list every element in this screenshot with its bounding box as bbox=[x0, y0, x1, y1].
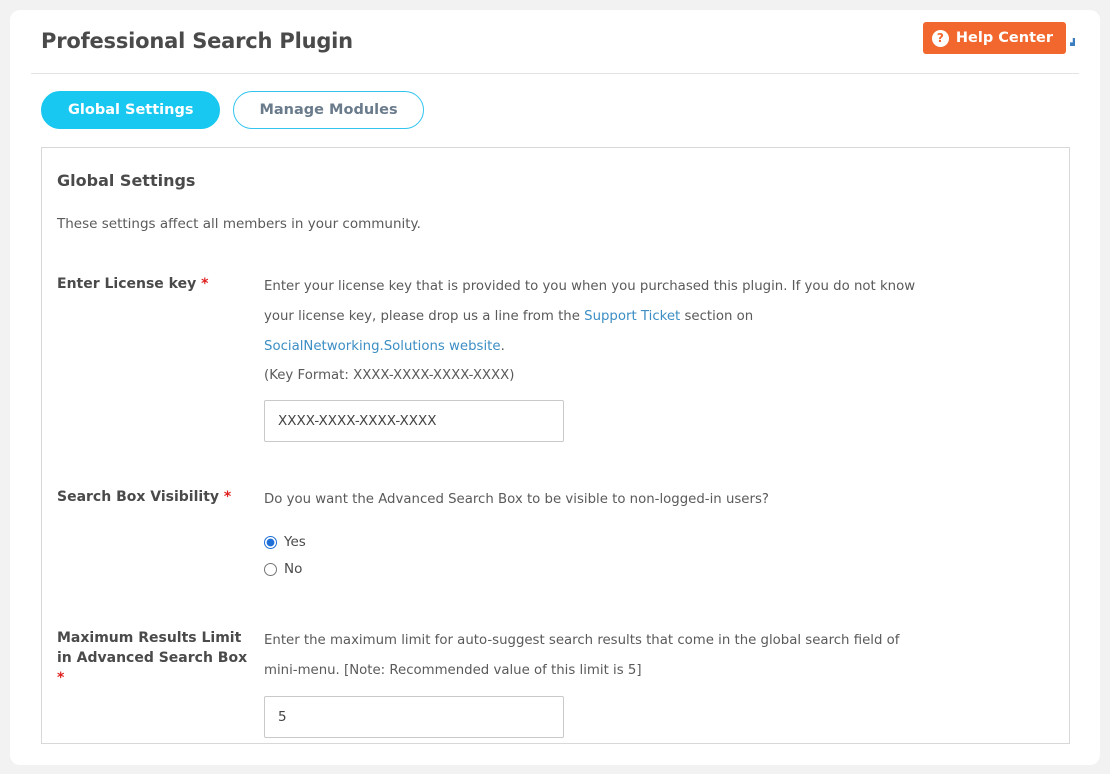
license-key-format-hint: (Key Format: XXXX-XXXX-XXXX-XXXX) bbox=[264, 368, 515, 383]
max-results-limit-label: Maximum Results Limit in Advanced Search… bbox=[57, 626, 252, 688]
max-results-limit-label-text: Maximum Results Limit in Advanced Search… bbox=[57, 630, 248, 666]
panel-subtitle: These settings affect all members in you… bbox=[57, 216, 421, 232]
page-title: Professional Search Plugin bbox=[41, 29, 353, 53]
global-settings-panel: Global Settings These settings affect al… bbox=[41, 147, 1070, 744]
license-key-desc-part3: . bbox=[500, 339, 505, 354]
help-center-label: Help Center bbox=[955, 30, 1053, 46]
field-row-max-results-limit: Maximum Results Limit in Advanced Search… bbox=[57, 626, 1053, 765]
license-key-desc-part2: section on bbox=[680, 309, 754, 324]
tab-manage-modules-label: Manage Modules bbox=[259, 102, 398, 118]
question-circle-icon: ? bbox=[931, 29, 949, 47]
max-results-limit-description: Enter the maximum limit for auto-suggest… bbox=[264, 633, 900, 678]
radio-input-yes[interactable] bbox=[264, 535, 277, 549]
max-results-limit-input[interactable] bbox=[264, 696, 564, 738]
tab-global-settings-label: Global Settings bbox=[68, 102, 194, 118]
support-ticket-link[interactable]: Support Ticket bbox=[584, 309, 680, 324]
search-box-visibility-required-mark: * bbox=[223, 489, 232, 505]
radio-label-yes: Yes bbox=[284, 534, 306, 550]
search-box-visibility-label-text: Search Box Visibility bbox=[57, 489, 220, 505]
search-box-visibility-field: Do you want the Advanced Search Box to b… bbox=[252, 485, 1053, 588]
max-results-limit-required-mark: * bbox=[57, 670, 65, 686]
tab-manage-modules[interactable]: Manage Modules bbox=[233, 91, 424, 129]
help-center-button[interactable]: ? Help Center bbox=[922, 22, 1066, 54]
socialnetworking-solutions-link[interactable]: SocialNetworking.Solutions website bbox=[264, 339, 501, 354]
panel-title: Global Settings bbox=[57, 171, 196, 190]
search-box-visibility-radio-group: Yes No bbox=[264, 534, 1053, 577]
page-card: Professional Search Plugin ? Help Center… bbox=[10, 10, 1100, 765]
search-box-visibility-description: Do you want the Advanced Search Box to b… bbox=[264, 492, 769, 507]
field-row-license-key: Enter License key * Enter your license k… bbox=[57, 272, 1053, 442]
radio-input-no[interactable] bbox=[264, 562, 277, 576]
license-key-required-mark: * bbox=[201, 276, 209, 292]
radio-option-yes[interactable]: Yes bbox=[264, 534, 1053, 550]
tab-bar: Global Settings Manage Modules bbox=[41, 91, 1100, 129]
page-header: Professional Search Plugin ? Help Center bbox=[31, 10, 1079, 74]
license-key-label-text: Enter License key bbox=[57, 276, 197, 292]
radio-option-no[interactable]: No bbox=[264, 561, 1053, 577]
clipped-decoration-icon bbox=[1070, 38, 1075, 46]
tab-global-settings[interactable]: Global Settings bbox=[41, 91, 221, 129]
license-key-label: Enter License key * bbox=[57, 272, 252, 294]
license-key-input[interactable] bbox=[264, 400, 564, 442]
radio-label-no: No bbox=[284, 561, 303, 577]
field-row-search-box-visibility: Search Box Visibility * Do you want the … bbox=[57, 485, 1053, 588]
max-results-limit-field: Enter the maximum limit for auto-suggest… bbox=[252, 626, 1053, 765]
search-box-visibility-label: Search Box Visibility * bbox=[57, 485, 252, 507]
license-key-description: Enter your license key that is provided … bbox=[264, 272, 924, 362]
license-key-field: Enter your license key that is provided … bbox=[252, 272, 1053, 442]
